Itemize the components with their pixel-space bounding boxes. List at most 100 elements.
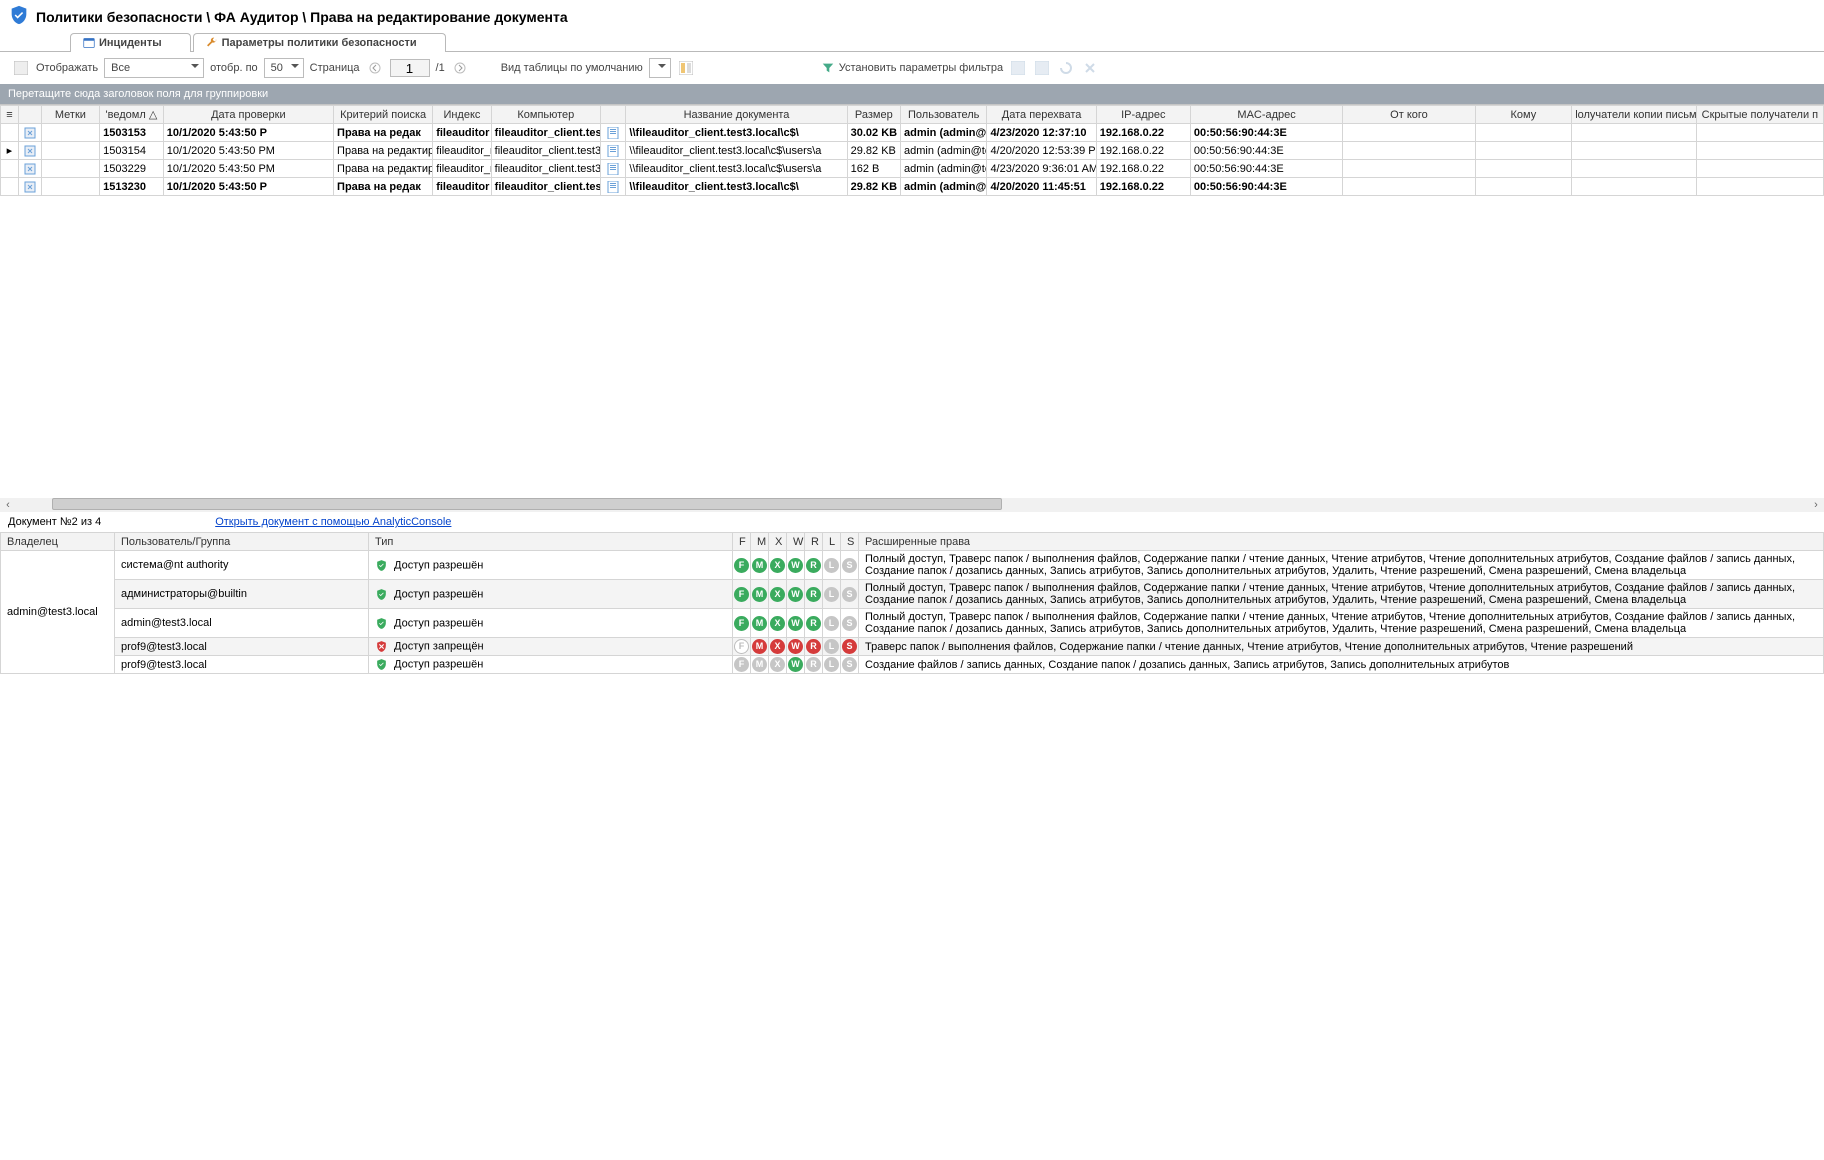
bcc-cell	[1696, 178, 1823, 196]
perm-flag-S: S	[842, 657, 857, 672]
cc-cell	[1572, 160, 1697, 178]
perm-flag-cell: W	[787, 609, 805, 638]
perm-flag-cell: S	[841, 609, 859, 638]
layout-icon[interactable]	[677, 59, 695, 77]
perm-flag-X: X	[770, 558, 785, 573]
perm-flag-cell: X	[769, 638, 787, 656]
table-row[interactable]: 150322910/1/2020 5:43:50 PMПрава на реда…	[1, 160, 1824, 178]
display-dropdown[interactable]: Все	[104, 58, 204, 78]
intercept-cell: 4/20/2020 11:45:51	[987, 178, 1096, 196]
perm-S-header[interactable]: S	[841, 533, 859, 551]
cc-cell	[1572, 178, 1697, 196]
row-icon	[18, 178, 41, 196]
col-checkdate-header[interactable]: Дата проверки	[163, 106, 333, 124]
col-index-header[interactable]: Индекс	[433, 106, 491, 124]
save-filter-icon[interactable]	[1009, 59, 1027, 77]
per-page-dropdown[interactable]: 50	[264, 58, 304, 78]
col-icon-header[interactable]	[18, 106, 41, 124]
from-cell	[1343, 178, 1475, 196]
page-next[interactable]	[451, 59, 469, 77]
index-cell: fileauditor	[433, 178, 491, 196]
col-computer-header[interactable]: Компьютер	[491, 106, 600, 124]
view-dropdown[interactable]	[649, 58, 671, 78]
perm-flag-X: X	[770, 587, 785, 602]
perm-L-header[interactable]: L	[823, 533, 841, 551]
criteria-cell: Права на редак	[334, 124, 433, 142]
col-marks-header[interactable]: Метки	[41, 106, 99, 124]
perm-flag-cell: R	[805, 638, 823, 656]
criteria-cell: Права на редактир	[334, 142, 433, 160]
perm-owner-header[interactable]: Владелец	[1, 533, 115, 551]
col-size-header[interactable]: Размер	[847, 106, 900, 124]
col-bcc-header[interactable]: Скрытые получатели п	[1696, 106, 1823, 124]
export-icon[interactable]	[1033, 59, 1051, 77]
perm-header[interactable]: Владелец Пользователь/Группа Тип F M X W…	[1, 533, 1824, 551]
tab-incidents[interactable]: Инциденты	[70, 33, 191, 52]
perm-F-header[interactable]: F	[733, 533, 751, 551]
clear-icon[interactable]	[1081, 59, 1099, 77]
perm-type-header[interactable]: Тип	[369, 533, 733, 551]
row-icon	[18, 142, 41, 160]
perm-X-header[interactable]: X	[769, 533, 787, 551]
perm-row[interactable]: admin@test3.localсистема@nt authority До…	[1, 551, 1824, 580]
perm-row[interactable]: admin@test3.local Доступ разрешёнFMXWRLS…	[1, 609, 1824, 638]
page-prev[interactable]	[366, 59, 384, 77]
mac-cell: 00:50:56:90:44:3E	[1190, 178, 1343, 196]
col-docname-header[interactable]: Название документа	[626, 106, 847, 124]
grid-header[interactable]: ≡ Метки 'ведомл △ Дата проверки Критерий…	[1, 106, 1824, 124]
perm-ext-header[interactable]: Расширенные права	[859, 533, 1824, 551]
perm-flag-cell: W	[787, 580, 805, 609]
col-cc-header[interactable]: lолучатели копии письм	[1572, 106, 1697, 124]
date-cell: 10/1/2020 5:43:50 P	[163, 178, 333, 196]
intercept-cell: 4/23/2020 12:37:10	[987, 124, 1096, 142]
expand-cell[interactable]	[1, 124, 19, 142]
expand-cell[interactable]	[1, 178, 19, 196]
table-row[interactable]: ▸150315410/1/2020 5:43:50 PMПрава на ред…	[1, 142, 1824, 160]
col-notif-header[interactable]: 'ведомл △	[100, 106, 164, 124]
page-label: Страница	[310, 62, 360, 74]
horizontal-scrollbar[interactable]: ‹ ›	[0, 496, 1824, 512]
set-filter-label: Установить параметры фильтра	[839, 62, 1003, 74]
col-mac-header[interactable]: MAC-адрес	[1190, 106, 1343, 124]
col-to-header[interactable]: Кому	[1475, 106, 1572, 124]
computer-cell: fileauditor_client.test3.l	[491, 142, 600, 160]
perm-flag-cell: L	[823, 609, 841, 638]
scroll-right[interactable]: ›	[1808, 499, 1824, 511]
grid-icon[interactable]	[12, 59, 30, 77]
intercept-cell: 4/20/2020 12:53:39 PM	[987, 142, 1096, 160]
perm-flag-R: R	[806, 639, 821, 654]
page-input[interactable]	[390, 59, 430, 77]
col-doctype-header[interactable]	[601, 106, 626, 124]
col-user-header[interactable]: Пользователь	[901, 106, 987, 124]
tab-params[interactable]: Параметры политики безопасности	[193, 33, 446, 52]
col-ip-header[interactable]: IP-адрес	[1096, 106, 1190, 124]
perm-user-header[interactable]: Пользователь/Группа	[115, 533, 369, 551]
perm-flag-R: R	[806, 558, 821, 573]
expand-cell[interactable]	[1, 160, 19, 178]
col-criteria-header[interactable]: Критерий поиска	[334, 106, 433, 124]
perm-W-header[interactable]: W	[787, 533, 805, 551]
perm-flag-cell: M	[751, 656, 769, 674]
perm-type-cell: Доступ разрешён	[369, 551, 733, 580]
perm-row[interactable]: prof9@test3.local Доступ запрещёнFMXWRLS…	[1, 638, 1824, 656]
scroll-thumb[interactable]	[52, 498, 1002, 510]
col-intercept-header[interactable]: Дата перехвата	[987, 106, 1096, 124]
perm-R-header[interactable]: R	[805, 533, 823, 551]
perm-row[interactable]: администраторы@builtin Доступ разрешёнFM…	[1, 580, 1824, 609]
set-filter-button[interactable]: Установить параметры фильтра	[821, 61, 1003, 75]
history-icon[interactable]	[1057, 59, 1075, 77]
open-analytic-link[interactable]: Открыть документ с помощью AnalyticConso…	[215, 516, 451, 528]
table-row[interactable]: 150315310/1/2020 5:43:50 PПрава на редак…	[1, 124, 1824, 142]
scroll-left[interactable]: ‹	[0, 499, 16, 511]
date-cell: 10/1/2020 5:43:50 PM	[163, 142, 333, 160]
group-hint[interactable]: Перетащите сюда заголовок поля для групп…	[0, 84, 1824, 104]
perm-flag-F: F	[734, 587, 749, 602]
perm-row[interactable]: prof9@test3.local Доступ разрешёнFMXWRLS…	[1, 656, 1824, 674]
col-expand-header[interactable]: ≡	[1, 106, 19, 124]
perm-flag-X: X	[770, 639, 785, 654]
perm-ext-cell: Полный доступ, Траверс папок / выполнени…	[859, 609, 1824, 638]
expand-cell[interactable]: ▸	[1, 142, 19, 160]
perm-M-header[interactable]: M	[751, 533, 769, 551]
table-row[interactable]: 151323010/1/2020 5:43:50 PПрава на редак…	[1, 178, 1824, 196]
col-from-header[interactable]: От кого	[1343, 106, 1475, 124]
